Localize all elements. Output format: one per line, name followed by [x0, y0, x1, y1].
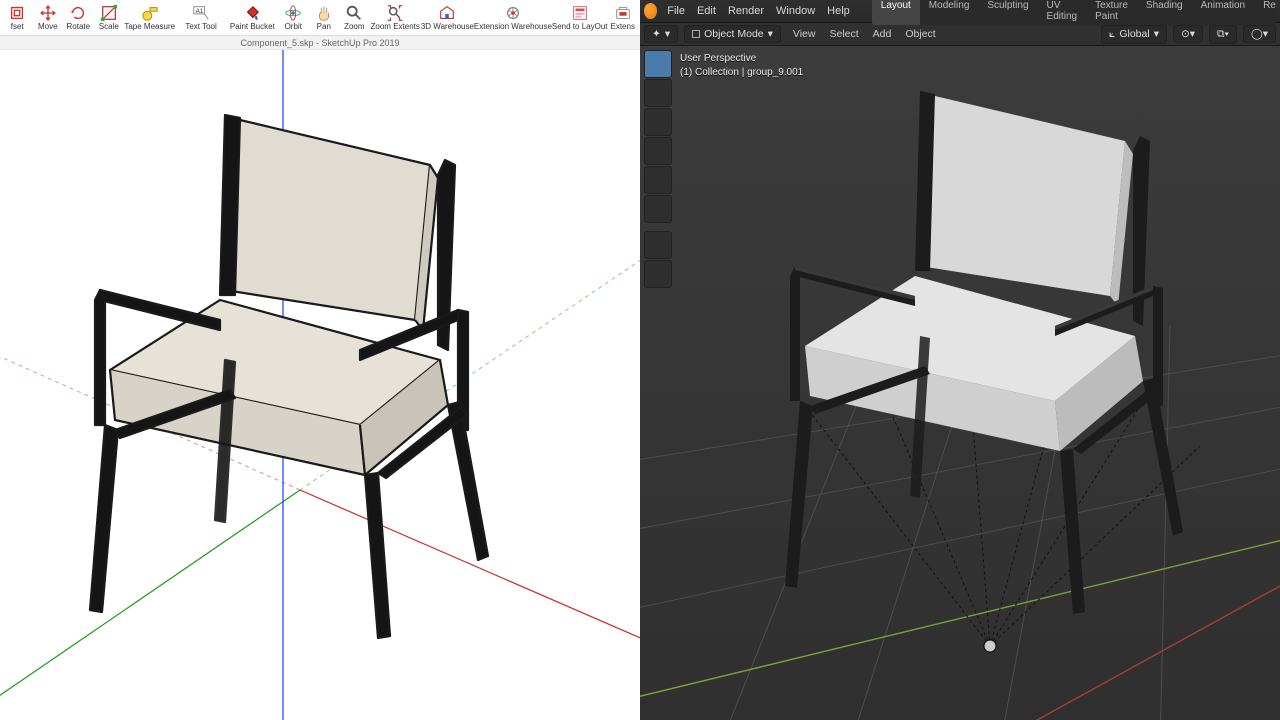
tool-rotate[interactable]: Rotate: [63, 0, 94, 36]
workspace-modeling[interactable]: Modeling: [920, 0, 979, 25]
tool-label: Tape Measure: [124, 22, 175, 31]
blender-viewport[interactable]: User Perspective (1) Collection | group_…: [640, 46, 1280, 720]
tool-measure[interactable]: [644, 260, 672, 288]
blender-menus: File Edit Render Window Help: [667, 5, 850, 17]
tool-ext[interactable]: Extens: [607, 0, 638, 36]
tool-paint[interactable]: Paint Bucket: [227, 0, 278, 36]
orbit-icon: [284, 4, 302, 22]
tool-pan[interactable]: Pan: [309, 0, 340, 36]
extw-icon: [504, 4, 522, 22]
overlay-line1: User Perspective: [680, 52, 803, 66]
tool-label: Zoom: [344, 22, 364, 31]
tool-label: Extens: [611, 22, 635, 31]
snap-toggle[interactable]: ⧉▾: [1209, 25, 1237, 44]
tool-3dw[interactable]: 3D Warehouse: [421, 0, 474, 36]
tool-orbit[interactable]: Orbit: [278, 0, 309, 36]
tool-label: Zoom Extents: [371, 22, 420, 31]
tool-zoom[interactable]: Zoom: [339, 0, 370, 36]
move-icon: [39, 4, 57, 22]
object-mode-icon: [692, 30, 700, 38]
mode-selector[interactable]: Object Mode ▾: [684, 25, 781, 43]
orientation-selector[interactable]: ⟀Global ▾: [1101, 25, 1167, 44]
blender-workspace-tabs: LayoutModelingSculptingUV EditingTexture…: [872, 0, 1276, 25]
hdr-menu-view[interactable]: View: [787, 26, 822, 42]
ext-icon: [614, 4, 632, 22]
workspace-animation[interactable]: Animation: [1192, 0, 1254, 25]
tool-label: Paint Bucket: [230, 22, 275, 31]
layout-icon: [571, 4, 589, 22]
blender-3dview-header: ✦▾ Object Mode ▾ ViewSelectAddObject ⟀ Gl…: [640, 22, 1280, 46]
tool-label: Pan: [317, 22, 331, 31]
blender-logo-icon: [644, 3, 657, 19]
paint-icon: [243, 4, 261, 22]
tool-label: Scale: [99, 22, 119, 31]
tool-label: Send to LayOut: [552, 22, 608, 31]
workspace-sculpting[interactable]: Sculpting: [978, 0, 1037, 25]
tool-label: 3D Warehouse: [421, 22, 474, 31]
sketchup-pane: fset Move Rotate Scale Tape Measure A1 Text To…: [0, 0, 640, 720]
tool-select-box[interactable]: [644, 50, 672, 78]
orientation-label: Global: [1119, 28, 1149, 40]
tape-icon: [141, 4, 159, 22]
tool-zext[interactable]: Zoom Extents: [370, 0, 421, 36]
offset-icon: [8, 4, 26, 22]
menu-help[interactable]: Help: [827, 5, 850, 17]
pan-icon: [315, 4, 333, 22]
svg-text:A1: A1: [196, 8, 204, 15]
menu-edit[interactable]: Edit: [697, 5, 716, 17]
tool-annotate[interactable]: [644, 231, 672, 259]
workspace-shading[interactable]: Shading: [1137, 0, 1192, 25]
workspace-rendering[interactable]: Rendering: [1254, 0, 1276, 25]
tool-label: Text Tool: [185, 22, 216, 31]
editor-type-icon: ✦: [652, 28, 661, 40]
3dw-icon: [438, 4, 456, 22]
viewport-overlay-text: User Perspective (1) Collection | group_…: [680, 52, 803, 80]
blender-left-toolbar: [644, 50, 672, 288]
menu-file[interactable]: File: [667, 5, 685, 17]
text-icon: A1: [192, 4, 210, 22]
pivot-selector[interactable]: ⊙▾: [1173, 25, 1203, 43]
menu-window[interactable]: Window: [776, 5, 815, 17]
tool-scale[interactable]: [644, 166, 672, 194]
tool-rotate[interactable]: [644, 137, 672, 165]
tool-offset[interactable]: fset: [2, 0, 33, 36]
tool-move[interactable]: [644, 108, 672, 136]
tool-label: Orbit: [285, 22, 302, 31]
tool-label: Rotate: [67, 22, 91, 31]
scale-icon: [100, 4, 118, 22]
menu-render[interactable]: Render: [728, 5, 764, 17]
blender-pane: FileEditRenderWindowHelp LayoutModelingS…: [640, 0, 1280, 720]
sketchup-toolbar: fset Move Rotate Scale Tape Measure A1 Text To…: [0, 0, 640, 36]
proportional-edit-toggle[interactable]: ◯▾: [1243, 25, 1276, 43]
hdr-menu-add[interactable]: Add: [867, 26, 898, 42]
blender-chair: [755, 66, 1195, 626]
sketchup-titlebar: Component_5.skp - SketchUp Pro 2019: [0, 36, 640, 50]
zoom-icon: [345, 4, 363, 22]
tool-label: Move: [38, 22, 58, 31]
workspace-layout[interactable]: Layout: [872, 0, 920, 25]
overlay-line2: (1) Collection | group_9.001: [680, 66, 803, 80]
workspace-uv-editing[interactable]: UV Editing: [1038, 0, 1087, 25]
blender-menubar: FileEditRenderWindowHelp LayoutModelingS…: [640, 0, 1280, 22]
workspace-texture-paint[interactable]: Texture Paint: [1086, 0, 1137, 25]
hdr-menu-object[interactable]: Object: [899, 26, 941, 42]
tool-cursor[interactable]: [644, 79, 672, 107]
tool-layout[interactable]: Send to LayOut: [552, 0, 608, 36]
sketchup-chair: [60, 90, 500, 650]
rotate-icon: [69, 4, 87, 22]
tool-extw[interactable]: Extension Warehouse: [474, 0, 552, 36]
tool-scale[interactable]: Scale: [94, 0, 125, 36]
tool-transform[interactable]: [644, 195, 672, 223]
tool-tape[interactable]: Tape Measure: [124, 0, 175, 36]
mode-label: Object Mode: [704, 28, 764, 40]
zext-icon: [386, 4, 404, 22]
tool-text[interactable]: A1 Text Tool: [175, 0, 226, 36]
tool-label: fset: [11, 22, 24, 31]
hdr-menu-select[interactable]: Select: [823, 26, 864, 42]
sketchup-viewport[interactable]: [0, 50, 640, 720]
orientation-icon: ⟀: [1109, 28, 1115, 41]
tool-move[interactable]: Move: [33, 0, 64, 36]
tool-label: Extension Warehouse: [474, 22, 552, 31]
editor-type-selector[interactable]: ✦▾: [644, 25, 678, 43]
